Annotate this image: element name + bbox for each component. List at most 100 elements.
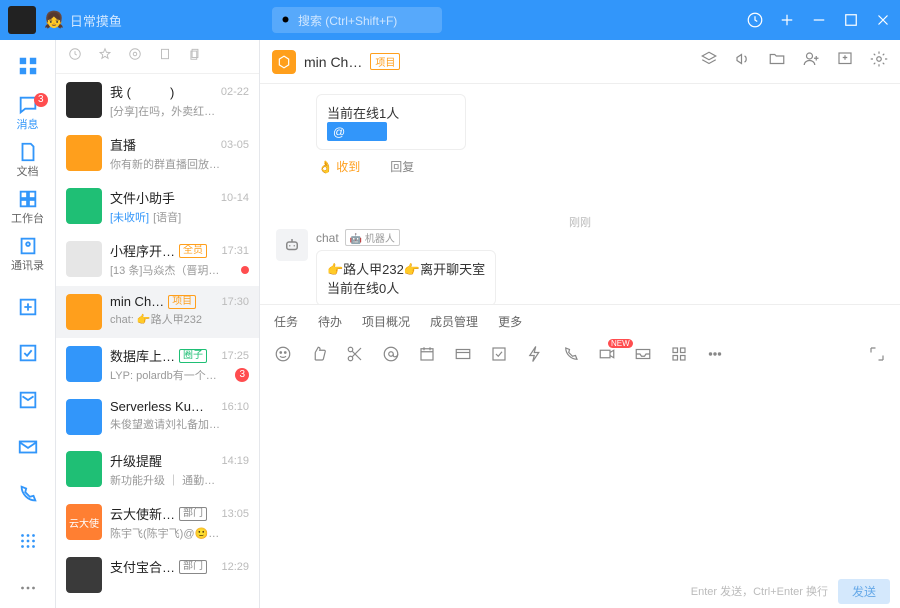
message-actions: 👌 收到 回复: [316, 154, 466, 179]
receive-button[interactable]: 👌 收到: [318, 158, 360, 175]
grid-dots-icon: [17, 530, 39, 552]
sidebar-phone[interactable]: [4, 473, 52, 514]
card-icon[interactable]: [454, 345, 472, 368]
unread-badge: 3: [235, 368, 249, 382]
titlebar: 👧 日常摸鱼 搜索 (Ctrl+Shift+F): [0, 0, 900, 40]
call-icon[interactable]: [562, 345, 580, 368]
conv-preview: chat: 👉路人甲232: [110, 311, 249, 327]
close-icon[interactable]: [874, 11, 892, 29]
conv-avatar: [66, 451, 102, 487]
filter-copy-icon[interactable]: [188, 47, 202, 66]
conversation-item[interactable]: 数据库上… 圈子 17:25 LYP: polardb有一个… 3: [56, 338, 259, 391]
sidebar-contacts[interactable]: 通讯录: [4, 233, 52, 274]
conversation-item[interactable]: 升级提醒 14:19 新功能升级 ｜ 通勤…: [56, 443, 259, 496]
layers-icon[interactable]: [700, 50, 718, 73]
tab-tasks[interactable]: 任务: [274, 313, 298, 330]
tab-todo[interactable]: 待办: [318, 313, 342, 330]
message-text: 当前在线0人: [327, 278, 485, 297]
conv-preview: 你有新的群直播回放…: [110, 156, 249, 172]
sidebar-workbench[interactable]: 工作台: [4, 186, 52, 227]
chat-input-area[interactable]: [260, 374, 900, 574]
message-text: 当前在线1人: [327, 103, 455, 122]
conversation-item[interactable]: 云大使 云大使新… 部门 13:05 陈宇飞(陈宇飞)@🙂…: [56, 496, 259, 549]
user-avatar[interactable]: [8, 6, 36, 34]
sidebar-more[interactable]: [4, 567, 52, 608]
sidebar-messages[interactable]: 3 消息: [4, 93, 52, 134]
conv-preview: LYP: polardb有一个…: [110, 367, 231, 383]
plus-icon[interactable]: [778, 11, 796, 29]
chat-avatar: [272, 50, 296, 74]
message: 当前在线1人 @ 👌 收到 回复: [316, 94, 884, 179]
check-box-icon: [17, 342, 39, 364]
sender-name: chat: [316, 231, 339, 245]
tab-members[interactable]: 成员管理: [430, 313, 478, 330]
sidebar-apps[interactable]: [4, 46, 52, 87]
conversation-item[interactable]: 直播 03-05 你有新的群直播回放…: [56, 127, 259, 180]
mail-box-icon: [17, 389, 39, 411]
apps-icon[interactable]: [670, 345, 688, 368]
conversation-item[interactable]: min Ch… 项目 17:30 chat: 👉路人甲232: [56, 286, 259, 338]
conv-title: 数据库上…: [110, 346, 175, 365]
conv-tag: 部门: [179, 507, 207, 521]
add-user-icon[interactable]: [802, 50, 820, 73]
app-sidebar: 3 消息 文档 工作台 通讯录: [0, 40, 56, 608]
sidebar-add[interactable]: [4, 286, 52, 327]
conversation-item[interactable]: 支付宝合… 部门 12:29: [56, 549, 259, 601]
sidebar-docs[interactable]: 文档: [4, 140, 52, 181]
conv-time: 17:31: [221, 245, 249, 257]
scissors-icon[interactable]: [346, 345, 364, 368]
conv-title: min Ch…: [110, 294, 164, 309]
calendar-icon[interactable]: [418, 345, 436, 368]
reply-button[interactable]: 回复: [390, 158, 414, 175]
mail-icon: [17, 436, 39, 458]
flash-icon[interactable]: [526, 345, 544, 368]
conversation-item[interactable]: 文件小助手 10-14 [未收听] [语音]: [56, 180, 259, 233]
new-chat-icon[interactable]: [836, 50, 854, 73]
conversation-item[interactable]: Serverless Ku… 16:10 朱俊望邀请刘礼备加…: [56, 391, 259, 443]
minimize-icon[interactable]: [810, 11, 828, 29]
conv-avatar: [66, 188, 102, 224]
conv-title: 小程序开…: [110, 241, 175, 260]
chat-body: 当前在线1人 @ 👌 收到 回复 刚刚 chat 🤖 机器人: [260, 84, 900, 304]
sidebar-label: 工作台: [11, 210, 44, 226]
doc-icon: [17, 141, 39, 163]
history-icon[interactable]: [746, 11, 764, 29]
maximize-icon[interactable]: [842, 11, 860, 29]
at-icon[interactable]: [382, 345, 400, 368]
conv-tag: 圈子: [179, 349, 207, 363]
conversation-item[interactable]: 小程序开… 全员 17:31 [13 条]马焱杰（晋玥…: [56, 233, 259, 286]
sender-row: chat 🤖 机器人: [316, 229, 496, 246]
unread-dot: [241, 266, 249, 274]
settings-icon[interactable]: [870, 50, 888, 73]
conv-preview: 陈宇飞(陈宇飞)@🙂…: [110, 525, 249, 541]
announce-icon[interactable]: [734, 50, 752, 73]
search-input[interactable]: 搜索 (Ctrl+Shift+F): [272, 7, 442, 33]
sidebar-check[interactable]: [4, 333, 52, 374]
folder-icon[interactable]: [768, 50, 786, 73]
inbox-icon[interactable]: [634, 345, 652, 368]
sidebar-mail[interactable]: [4, 427, 52, 468]
filter-at-icon[interactable]: [128, 47, 142, 66]
bot-tag: 🤖 机器人: [345, 229, 400, 246]
conv-title: 支付宝合…: [110, 557, 175, 576]
expand-icon[interactable]: [868, 345, 886, 368]
send-button[interactable]: 发送: [838, 579, 890, 604]
check-icon[interactable]: [490, 345, 508, 368]
sidebar-label: 文档: [17, 163, 39, 179]
more-tools-icon[interactable]: [706, 345, 724, 368]
sidebar-menu[interactable]: [4, 520, 52, 561]
mention[interactable]: @: [327, 122, 387, 141]
tab-more[interactable]: 更多: [498, 313, 522, 330]
thumbs-up-icon[interactable]: [310, 345, 328, 368]
conv-preview: 朱俊望邀请刘礼备加…: [110, 416, 249, 432]
emoji-icon[interactable]: [274, 345, 292, 368]
filter-doc-icon[interactable]: [158, 47, 172, 66]
video-icon[interactable]: [598, 345, 616, 368]
filter-star-icon[interactable]: [98, 47, 112, 66]
workbench-icon: [17, 188, 39, 210]
sidebar-mail-box[interactable]: [4, 380, 52, 421]
search-placeholder: 搜索 (Ctrl+Shift+F): [298, 12, 397, 29]
tab-overview[interactable]: 项目概况: [362, 313, 410, 330]
filter-recent-icon[interactable]: [68, 47, 82, 66]
conversation-item[interactable]: 我 ( ) 02-22 [分享]在吗，外卖红…: [56, 74, 259, 127]
